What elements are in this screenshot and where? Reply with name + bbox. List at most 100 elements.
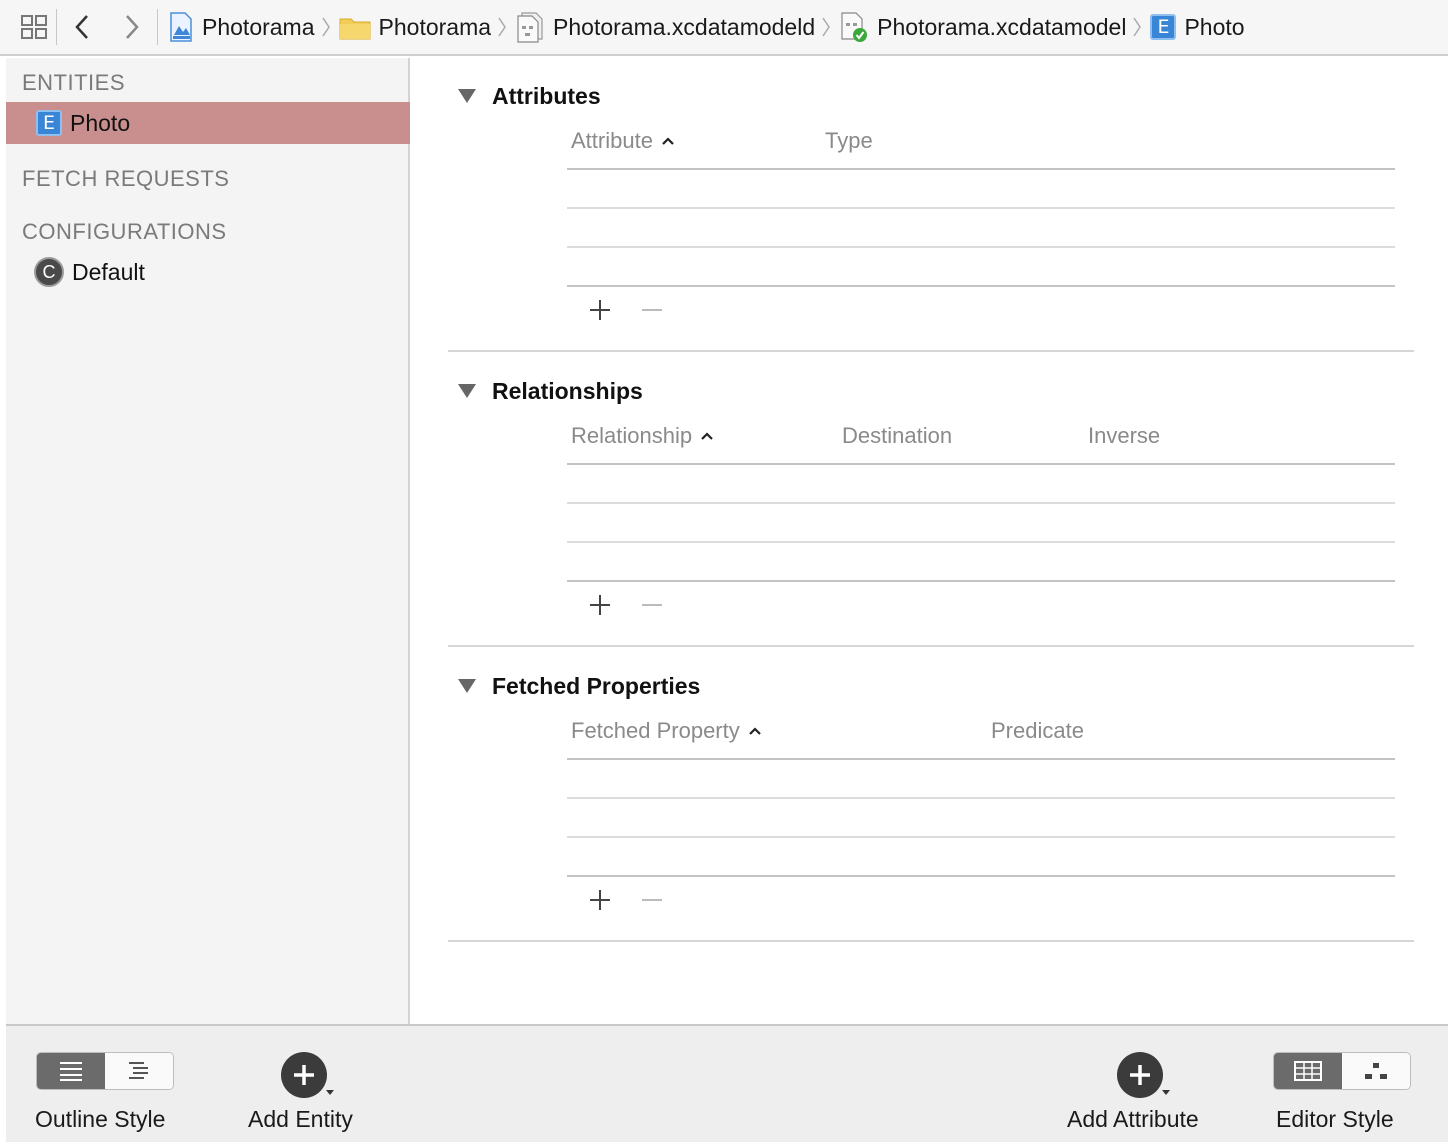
forward-button[interactable] (107, 7, 157, 47)
breadcrumb-label: Photorama.xcdatamodel (877, 13, 1127, 40)
outline-style-segmented-control (36, 1052, 174, 1090)
back-button[interactable] (57, 7, 107, 47)
dropdown-caret-icon (1162, 1090, 1170, 1095)
core-data-model-editor: Photorama Photorama Photorama.xcdatamode… (0, 0, 1448, 1142)
minus-icon (642, 309, 662, 311)
table-footer-divider (567, 285, 1395, 287)
add-attribute-button[interactable] (1117, 1052, 1163, 1098)
section-title: Fetched Properties (492, 672, 701, 699)
table-row[interactable] (567, 836, 1395, 838)
breadcrumb-datamodel[interactable]: Photorama.xcdatamodel (839, 7, 1126, 47)
plus-icon (294, 1065, 314, 1085)
sidebar-item-default-configuration[interactable]: C Default (6, 251, 410, 293)
column-label: Attribute (571, 128, 653, 153)
column-label: Fetched Property (571, 718, 740, 743)
disclosure-triangle-icon (458, 384, 476, 398)
breadcrumb-project[interactable]: Photorama (168, 7, 315, 47)
table-icon (1294, 1061, 1322, 1081)
breadcrumb: Photorama Photorama Photorama.xcdatamode… (168, 7, 1245, 47)
remove-fetched-property-minus-button[interactable] (634, 885, 670, 915)
datamodel-icon (841, 12, 868, 42)
section-divider (448, 645, 1414, 647)
breadcrumb-datamodel-bundle[interactable]: Photorama.xcdatamodeld (515, 7, 815, 47)
chevron-right-icon (321, 15, 331, 39)
remove-attribute-minus-button[interactable] (634, 295, 670, 325)
fetched-properties-section: Fetched Properties Fetched Property Pred… (412, 666, 1448, 944)
entity-detail-editor: Attributes Attribute Type Relationships … (412, 58, 1448, 1024)
chevron-right-icon (126, 15, 139, 39)
table-row[interactable] (567, 207, 1395, 209)
table-footer-divider (567, 875, 1395, 877)
configuration-icon: C (34, 257, 64, 287)
outline-style-label: Outline Style (35, 1106, 166, 1132)
add-fetched-property-plus-button[interactable] (582, 885, 618, 915)
section-divider (448, 350, 1414, 352)
list-icon (60, 1062, 82, 1081)
chevron-right-icon (821, 15, 831, 39)
sort-ascending-icon (748, 726, 762, 736)
column-header-predicate[interactable]: Predicate (991, 718, 1084, 744)
relationships-add-remove (582, 590, 670, 620)
dropdown-caret-icon (326, 1090, 334, 1095)
disclosure-triangle-icon (458, 679, 476, 693)
sidebar-item-label: Default (72, 258, 145, 285)
chevron-right-icon (497, 15, 507, 39)
add-entity-label: Add Entity (248, 1106, 353, 1132)
column-label: Relationship (571, 423, 693, 448)
fetch-requests-heading[interactable]: FETCH REQUESTS (22, 166, 229, 192)
outline-sidebar: ENTITIES E Photo FETCH REQUESTS CONFIGUR… (6, 58, 410, 1024)
breadcrumb-entity[interactable]: E Photo (1150, 7, 1245, 47)
graph-icon (1365, 1063, 1387, 1079)
plus-icon (590, 300, 610, 320)
table-row[interactable] (567, 797, 1395, 799)
add-relationship-plus-button[interactable] (582, 590, 618, 620)
section-title: Attributes (492, 82, 601, 109)
relationships-disclosure[interactable]: Relationships (458, 371, 643, 411)
entities-heading: ENTITIES (22, 70, 126, 95)
fetched-properties-disclosure[interactable]: Fetched Properties (458, 666, 700, 706)
add-attribute-label: Add Attribute (1067, 1106, 1199, 1132)
entity-icon: E (1150, 14, 1177, 40)
sort-ascending-icon (661, 136, 675, 146)
column-header-relationship[interactable]: Relationship (571, 423, 714, 449)
sidebar-item-photo-entity[interactable]: E Photo (6, 102, 410, 144)
project-icon (170, 12, 192, 42)
chevron-left-icon (75, 15, 88, 39)
sidebar-item-label: Photo (70, 109, 131, 136)
configurations-heading[interactable]: CONFIGURATIONS (22, 219, 227, 245)
outline-style-hierarchy-button[interactable] (105, 1053, 173, 1089)
outline-style-list-button[interactable] (37, 1053, 105, 1089)
section-divider (448, 940, 1414, 942)
sort-ascending-icon (700, 431, 714, 441)
table-header-divider (567, 168, 1395, 170)
editor-style-graph-button[interactable] (1342, 1053, 1410, 1089)
column-header-inverse[interactable]: Inverse (1088, 423, 1160, 449)
column-header-destination[interactable]: Destination (842, 423, 952, 449)
table-row[interactable] (567, 502, 1395, 504)
add-attribute-plus-button[interactable] (582, 295, 618, 325)
breadcrumb-folder[interactable]: Photorama (339, 7, 491, 47)
column-header-fetched-property[interactable]: Fetched Property (571, 718, 762, 744)
column-header-type[interactable]: Type (825, 128, 873, 154)
editor-bottom-bar: Outline Style Add Entity Add Attribute E… (6, 1024, 1448, 1142)
plus-icon (590, 595, 610, 615)
plus-icon (590, 890, 610, 910)
editor-style-table-button[interactable] (1274, 1053, 1342, 1089)
related-items-icon[interactable] (12, 7, 56, 47)
table-row[interactable] (567, 541, 1395, 543)
section-title: Relationships (492, 377, 643, 404)
remove-relationship-minus-button[interactable] (634, 590, 670, 620)
entity-icon: E (36, 110, 62, 136)
attributes-add-remove (582, 295, 670, 325)
relationships-section: Relationships Relationship Destination I… (412, 371, 1448, 649)
attributes-section: Attributes Attribute Type (412, 76, 1448, 354)
table-row[interactable] (567, 246, 1395, 248)
editor-style-segmented-control (1273, 1052, 1411, 1090)
datamodel-bundle-icon (517, 12, 543, 43)
attributes-disclosure[interactable]: Attributes (458, 76, 601, 116)
minus-icon (642, 604, 662, 606)
add-entity-button[interactable] (281, 1052, 327, 1098)
column-header-attribute[interactable]: Attribute (571, 128, 675, 154)
breadcrumb-label: Photorama.xcdatamodeld (553, 13, 816, 40)
chevron-right-icon (1132, 15, 1142, 39)
